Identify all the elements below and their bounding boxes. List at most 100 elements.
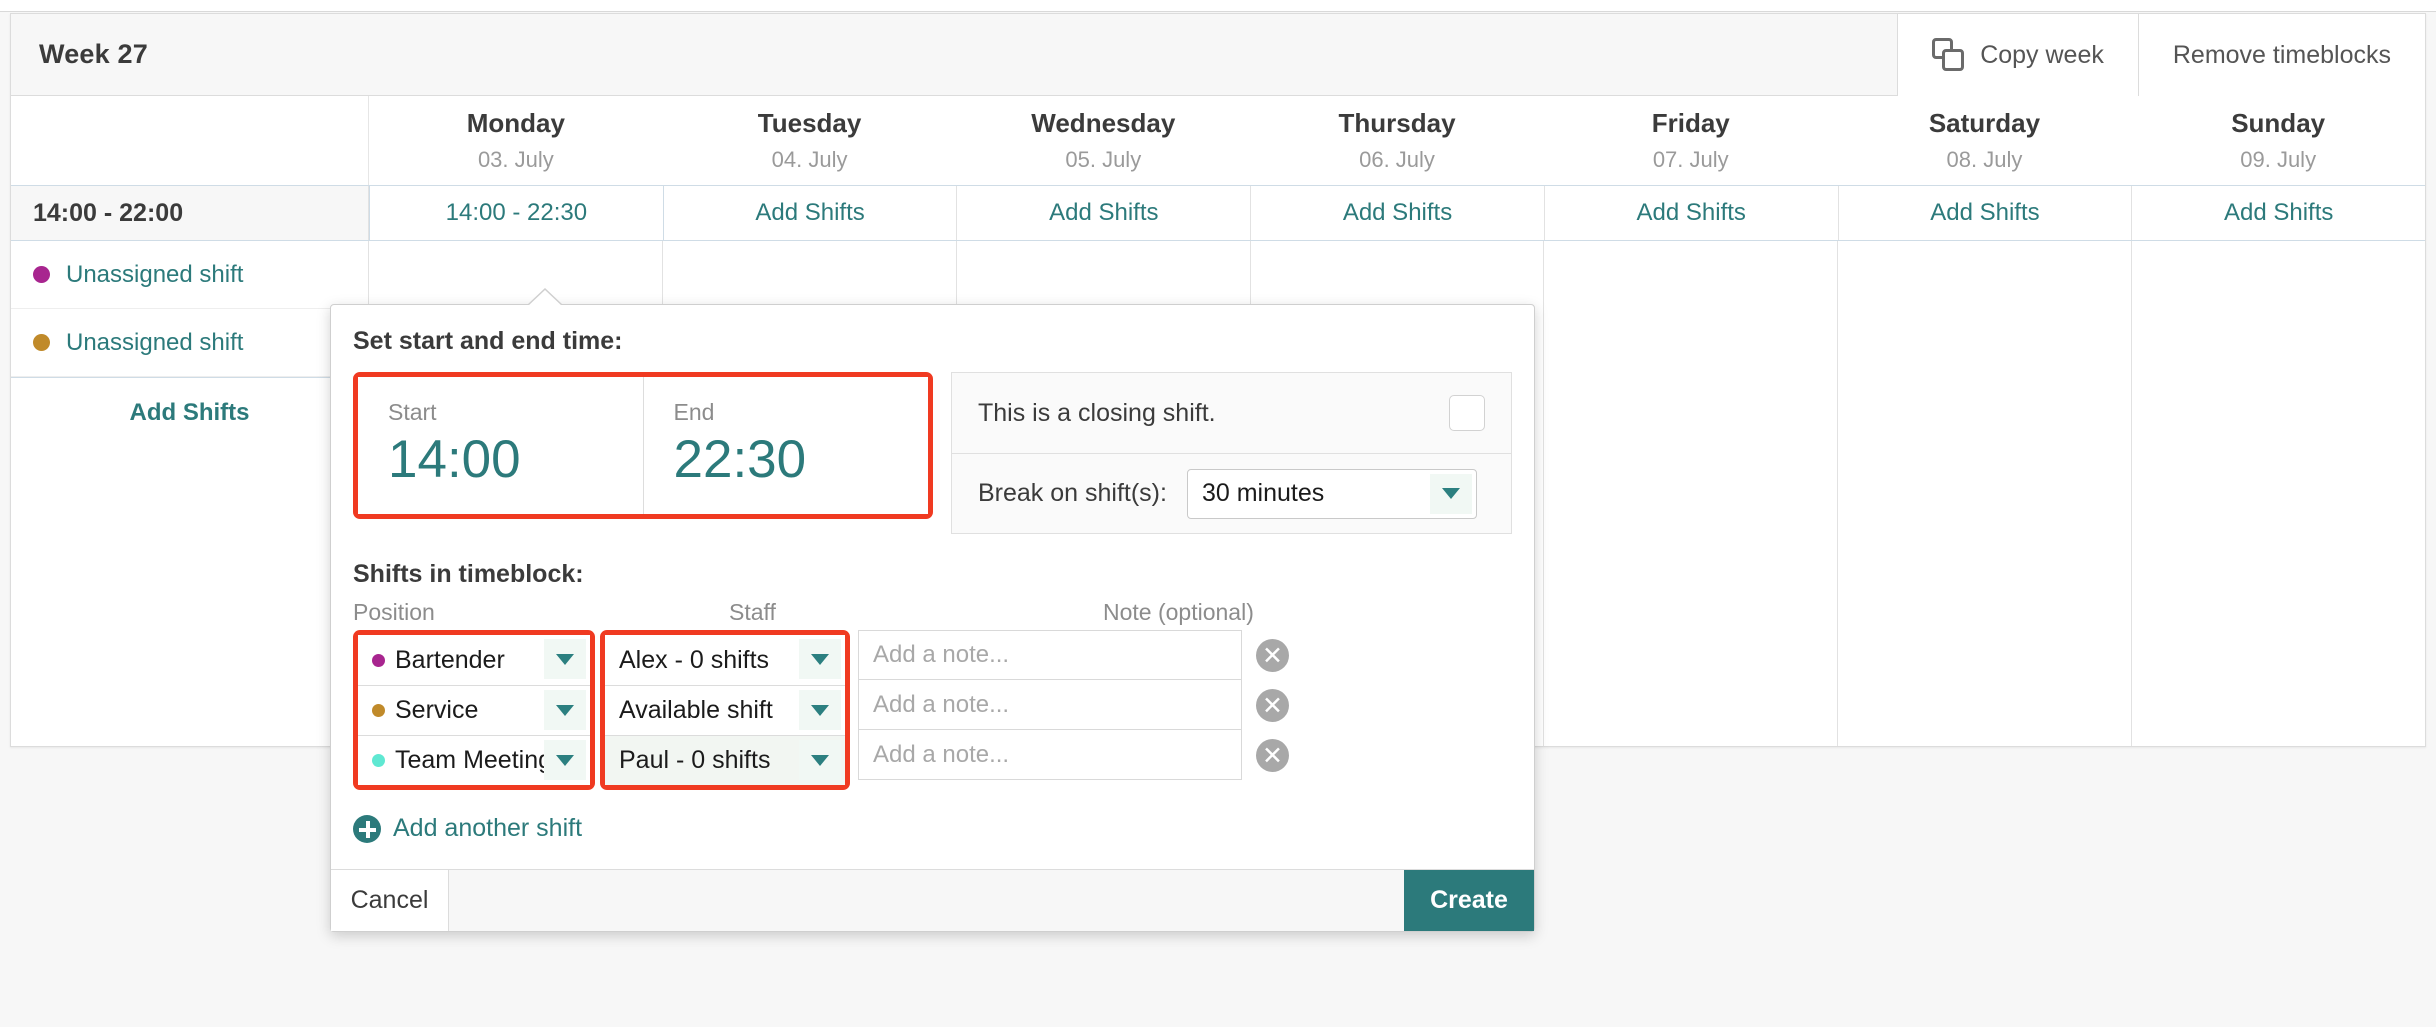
position-select-row-1[interactable]: Bartender [358,635,590,685]
top-strip [0,0,2436,12]
day-header-saturday: Saturday 08. July [1838,96,2132,185]
plus-icon [353,814,381,843]
popup-body: Set start and end time: Start 14:00 End … [331,305,1534,843]
end-time-field[interactable]: End 22:30 [642,377,929,514]
remove-shift-icon[interactable]: ✕ [1256,738,1289,772]
note-input-row-1[interactable]: Add a note... [858,630,1242,680]
note-input-row-2[interactable]: Add a note... [858,680,1242,730]
popup-footer: Cancel Create [331,869,1534,931]
options-box: This is a closing shift. Break on shift(… [951,372,1512,534]
timeblock-range-label: 14:00 - 22:00 [11,186,369,240]
header-actions: Copy week Remove timeblocks [1897,14,2425,96]
delete-cell: ✕ [1256,680,1289,730]
closing-shift-row: This is a closing shift. [952,373,1511,453]
day-name: Sunday [2231,108,2326,138]
panel-header: Week 27 Copy week Remove timeblocks [11,14,2425,96]
chevron-down-icon [544,639,586,679]
footer-spacer [449,870,1404,931]
end-label: End [673,399,715,425]
time-section-title: Set start and end time: [353,327,623,355]
day-name: Thursday [1338,108,1456,138]
create-button[interactable]: Create [1404,870,1534,931]
staff-value: Paul - 0 shifts [619,746,771,774]
day-header-wednesday: Wednesday 05. July [956,96,1250,185]
staff-value: Available shift [619,696,773,724]
remove-shift-icon[interactable]: ✕ [1256,688,1289,722]
timeblock-cell-saturday[interactable]: Add Shifts [1839,186,2133,240]
add-another-shift-label: Add another shift [393,814,583,842]
copy-week-label: Copy week [1980,40,2104,69]
day-header-row: Monday 03. July Tuesday 04. July Wednesd… [11,96,2425,186]
delete-cell: ✕ [1256,730,1289,780]
day-date: 03. July [477,147,554,172]
position-value: Bartender [395,645,505,674]
timeblock-cell-monday[interactable]: 14:00 - 22:30 [369,186,664,240]
start-label: Start [388,399,437,425]
column-header-staff: Staff [729,599,776,625]
position-color-dot [33,266,50,283]
closing-shift-checkbox[interactable] [1449,395,1485,431]
cancel-button[interactable]: Cancel [331,870,449,931]
chevron-down-icon [544,740,586,780]
remove-timeblocks-label: Remove timeblocks [2172,40,2391,69]
staff-highlight-box: Alex - 0 shifts Available shift Paul - 0… [600,630,850,790]
start-value: 14:00 [388,430,521,489]
day-date: 04. July [771,147,848,172]
day-date: 09. July [2240,147,2317,172]
time-and-options: Start 14:00 End 22:30 This is a closing … [353,372,1512,534]
unassigned-shift-label: Unassigned shift [66,260,244,288]
left-summary-column: Unassigned shift Unassigned shift Add Sh… [11,241,369,746]
day-header-monday: Monday 03. July [369,96,663,185]
position-select-row-3[interactable]: Team Meeting [358,735,590,785]
day-name: Saturday [1928,108,2041,138]
timeblock-cell-sunday[interactable]: Add Shifts [2132,186,2425,240]
timeblock-cell-tuesday[interactable]: Add Shifts [664,186,958,240]
shifts-table: Bartender Service Team Meeting Alex - 0 [353,630,1512,790]
note-column: Add a note... Add a note... Add a note..… [858,630,1242,780]
day-column-saturday[interactable] [1838,241,2133,746]
break-select[interactable]: 30 minutes [1186,468,1477,519]
position-value: Service [395,696,479,724]
popup-caret [527,288,563,306]
add-another-shift-button[interactable]: Add another shift [353,814,1512,843]
day-name: Wednesday [1031,108,1176,138]
staff-select-row-2[interactable]: Available shift [605,685,845,735]
shifts-table-header: Position Staff Note (optional) [353,599,1512,626]
timeblock-cell-thursday[interactable]: Add Shifts [1251,186,1545,240]
position-select-row-2[interactable]: Service [358,685,590,735]
chevron-down-icon [799,639,841,679]
day-header-friday: Friday 07. July [1544,96,1838,185]
time-box: Start 14:00 End 22:30 [358,377,928,514]
column-header-position: Position [353,599,435,625]
chevron-down-icon [799,740,841,780]
day-name: Monday [466,108,565,138]
column-header-note: Note (optional) [1103,599,1254,625]
position-highlight-box: Bartender Service Team Meeting [353,630,595,790]
list-item[interactable]: Unassigned shift [11,241,368,309]
add-shifts-button-left[interactable]: Add Shifts [11,377,368,447]
chevron-down-icon [1429,473,1472,514]
day-column-sunday[interactable] [2132,241,2425,746]
closing-shift-label: This is a closing shift. [978,398,1216,427]
timeblock-cell-wednesday[interactable]: Add Shifts [957,186,1252,240]
note-input-row-3[interactable]: Add a note... [858,730,1242,780]
staff-select-row-3[interactable]: Paul - 0 shifts [605,735,845,785]
timeblock-cell-friday[interactable]: Add Shifts [1545,186,1839,240]
chevron-down-icon [544,690,586,730]
break-row: Break on shift(s): 30 minutes [952,453,1511,533]
copy-week-button[interactable]: Copy week [1897,14,2138,96]
start-time-field[interactable]: Start 14:00 [358,377,643,514]
shifts-section-title: Shifts in timeblock: [353,560,584,588]
remove-shift-icon[interactable]: ✕ [1256,638,1289,672]
staff-select-row-1[interactable]: Alex - 0 shifts [605,635,845,685]
day-date: 05. July [1065,147,1142,172]
time-highlight-box: Start 14:00 End 22:30 [353,372,933,519]
day-header-spacer [11,96,369,185]
day-column-friday[interactable] [1544,241,1839,746]
remove-timeblocks-button[interactable]: Remove timeblocks [2137,14,2425,96]
page-title: Week 27 [39,39,148,69]
list-item[interactable]: Unassigned shift [11,309,368,377]
day-date: 08. July [1946,147,2023,172]
delete-column: ✕ ✕ ✕ [1256,630,1289,780]
position-color-dot [372,653,385,667]
